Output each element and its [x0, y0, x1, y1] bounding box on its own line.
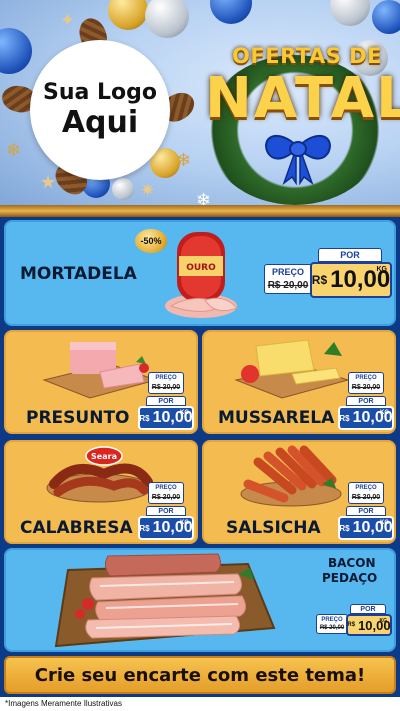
por-label: POR: [318, 248, 382, 262]
new-price-tag: R$ 10,00 KG: [138, 406, 194, 430]
unit-label: KG: [180, 520, 189, 526]
product-name: PRESUNTO: [26, 408, 130, 428]
old-price: R$ 20,00: [267, 280, 309, 291]
old-price: R$ 20,00: [319, 625, 345, 631]
ornament-icon: [112, 178, 134, 200]
currency-label: R$: [339, 523, 350, 533]
unit-label: KG: [380, 520, 389, 526]
salsicha-image: [240, 445, 342, 507]
ornament-icon: [210, 0, 252, 24]
ornament-icon: [330, 0, 370, 26]
old-price-tag: PREÇO R$ 20,00: [264, 264, 312, 294]
product-name-line1: BACON: [328, 556, 376, 570]
page-title: NATAL: [205, 66, 400, 131]
header-banner: ✦ ★ ✷ ❄ ❄ ❄ Sua Logo Aqui OFERTAS DE NAT…: [0, 0, 400, 210]
por-label: POR: [346, 396, 386, 406]
currency-label: R$: [311, 273, 328, 287]
old-price: R$ 20,00: [151, 384, 181, 391]
title-top: OFERTAS DE: [232, 44, 382, 68]
old-price: R$ 20,00: [151, 494, 181, 501]
currency-label: R$: [347, 622, 356, 628]
new-price-tag: R$ 10,00 KG: [310, 262, 392, 298]
disclaimer-text: *Imagens Meramente Ilustrativas: [0, 697, 400, 711]
new-price-tag: R$ 10,00 KG: [346, 614, 392, 636]
brand-label: Seara: [91, 452, 117, 461]
preco-label: PREÇO: [355, 375, 377, 381]
preco-label: PREÇO: [321, 617, 343, 623]
old-price-tag: PREÇO R$ 20,00: [316, 614, 348, 634]
mussarela-image: [234, 339, 350, 399]
brand-label: OURO: [186, 263, 216, 273]
logo-text-line2: Aqui: [61, 105, 139, 140]
currency-label: R$: [139, 413, 150, 423]
por-label: POR: [146, 396, 186, 406]
old-price-tag: PREÇO R$ 20,00: [348, 372, 384, 394]
preco-label: PREÇO: [155, 375, 177, 381]
ornament-icon: [108, 0, 148, 30]
ornament-icon: [0, 28, 32, 74]
product-name: SALSICHA: [226, 518, 321, 538]
star-icon: ★: [40, 172, 57, 192]
product-name: MUSSARELA: [218, 408, 335, 428]
bacon-image: [54, 553, 276, 648]
new-price-tag: R$ 10,00 KG: [338, 406, 394, 430]
snowflake-icon: ❄: [176, 150, 192, 170]
product-name-line2: PEDAÇO: [322, 571, 378, 585]
logo-placeholder: Sua Logo Aqui: [30, 40, 170, 180]
discount-badge: -50%: [135, 229, 167, 253]
star-icon: ✦: [60, 10, 76, 30]
header-divider: [0, 205, 400, 217]
star-icon: ✷: [140, 180, 156, 200]
mortadela-image: OURO: [165, 232, 238, 318]
product-name: MORTADELA: [20, 264, 137, 284]
preco-label: PREÇO: [355, 485, 377, 491]
unit-label: KG: [376, 266, 388, 273]
calabresa-image: Seara: [46, 446, 153, 503]
unit-label: KG: [180, 410, 189, 416]
preco-label: PREÇO: [271, 267, 304, 277]
presunto-image: [42, 342, 158, 399]
preco-label: PREÇO: [155, 485, 177, 491]
bow-icon: [265, 135, 331, 185]
ornament-icon: [372, 0, 400, 34]
product-name: CALABRESA: [20, 518, 133, 538]
por-label: POR: [350, 604, 386, 614]
unit-label: KG: [379, 618, 388, 624]
logo-text-line1: Sua Logo: [42, 80, 157, 105]
por-label: POR: [346, 506, 386, 516]
por-label: POR: [146, 506, 186, 516]
currency-label: R$: [339, 413, 350, 423]
new-price-tag: R$ 10,00 KG: [338, 516, 394, 540]
new-price-tag: R$ 10,00 KG: [138, 516, 194, 540]
unit-label: KG: [380, 410, 389, 416]
old-price: R$ 20,00: [351, 384, 381, 391]
snowflake-icon: ❄: [6, 140, 22, 160]
old-price-tag: PREÇO R$ 20,00: [148, 482, 184, 504]
old-price: R$ 20,00: [351, 494, 381, 501]
cta-banner[interactable]: Crie seu encarte com este tema!: [4, 656, 396, 694]
old-price-tag: PREÇO R$ 20,00: [348, 482, 384, 504]
ornament-icon: [145, 0, 189, 38]
old-price-tag: PREÇO R$ 20,00: [148, 372, 184, 394]
currency-label: R$: [139, 523, 150, 533]
